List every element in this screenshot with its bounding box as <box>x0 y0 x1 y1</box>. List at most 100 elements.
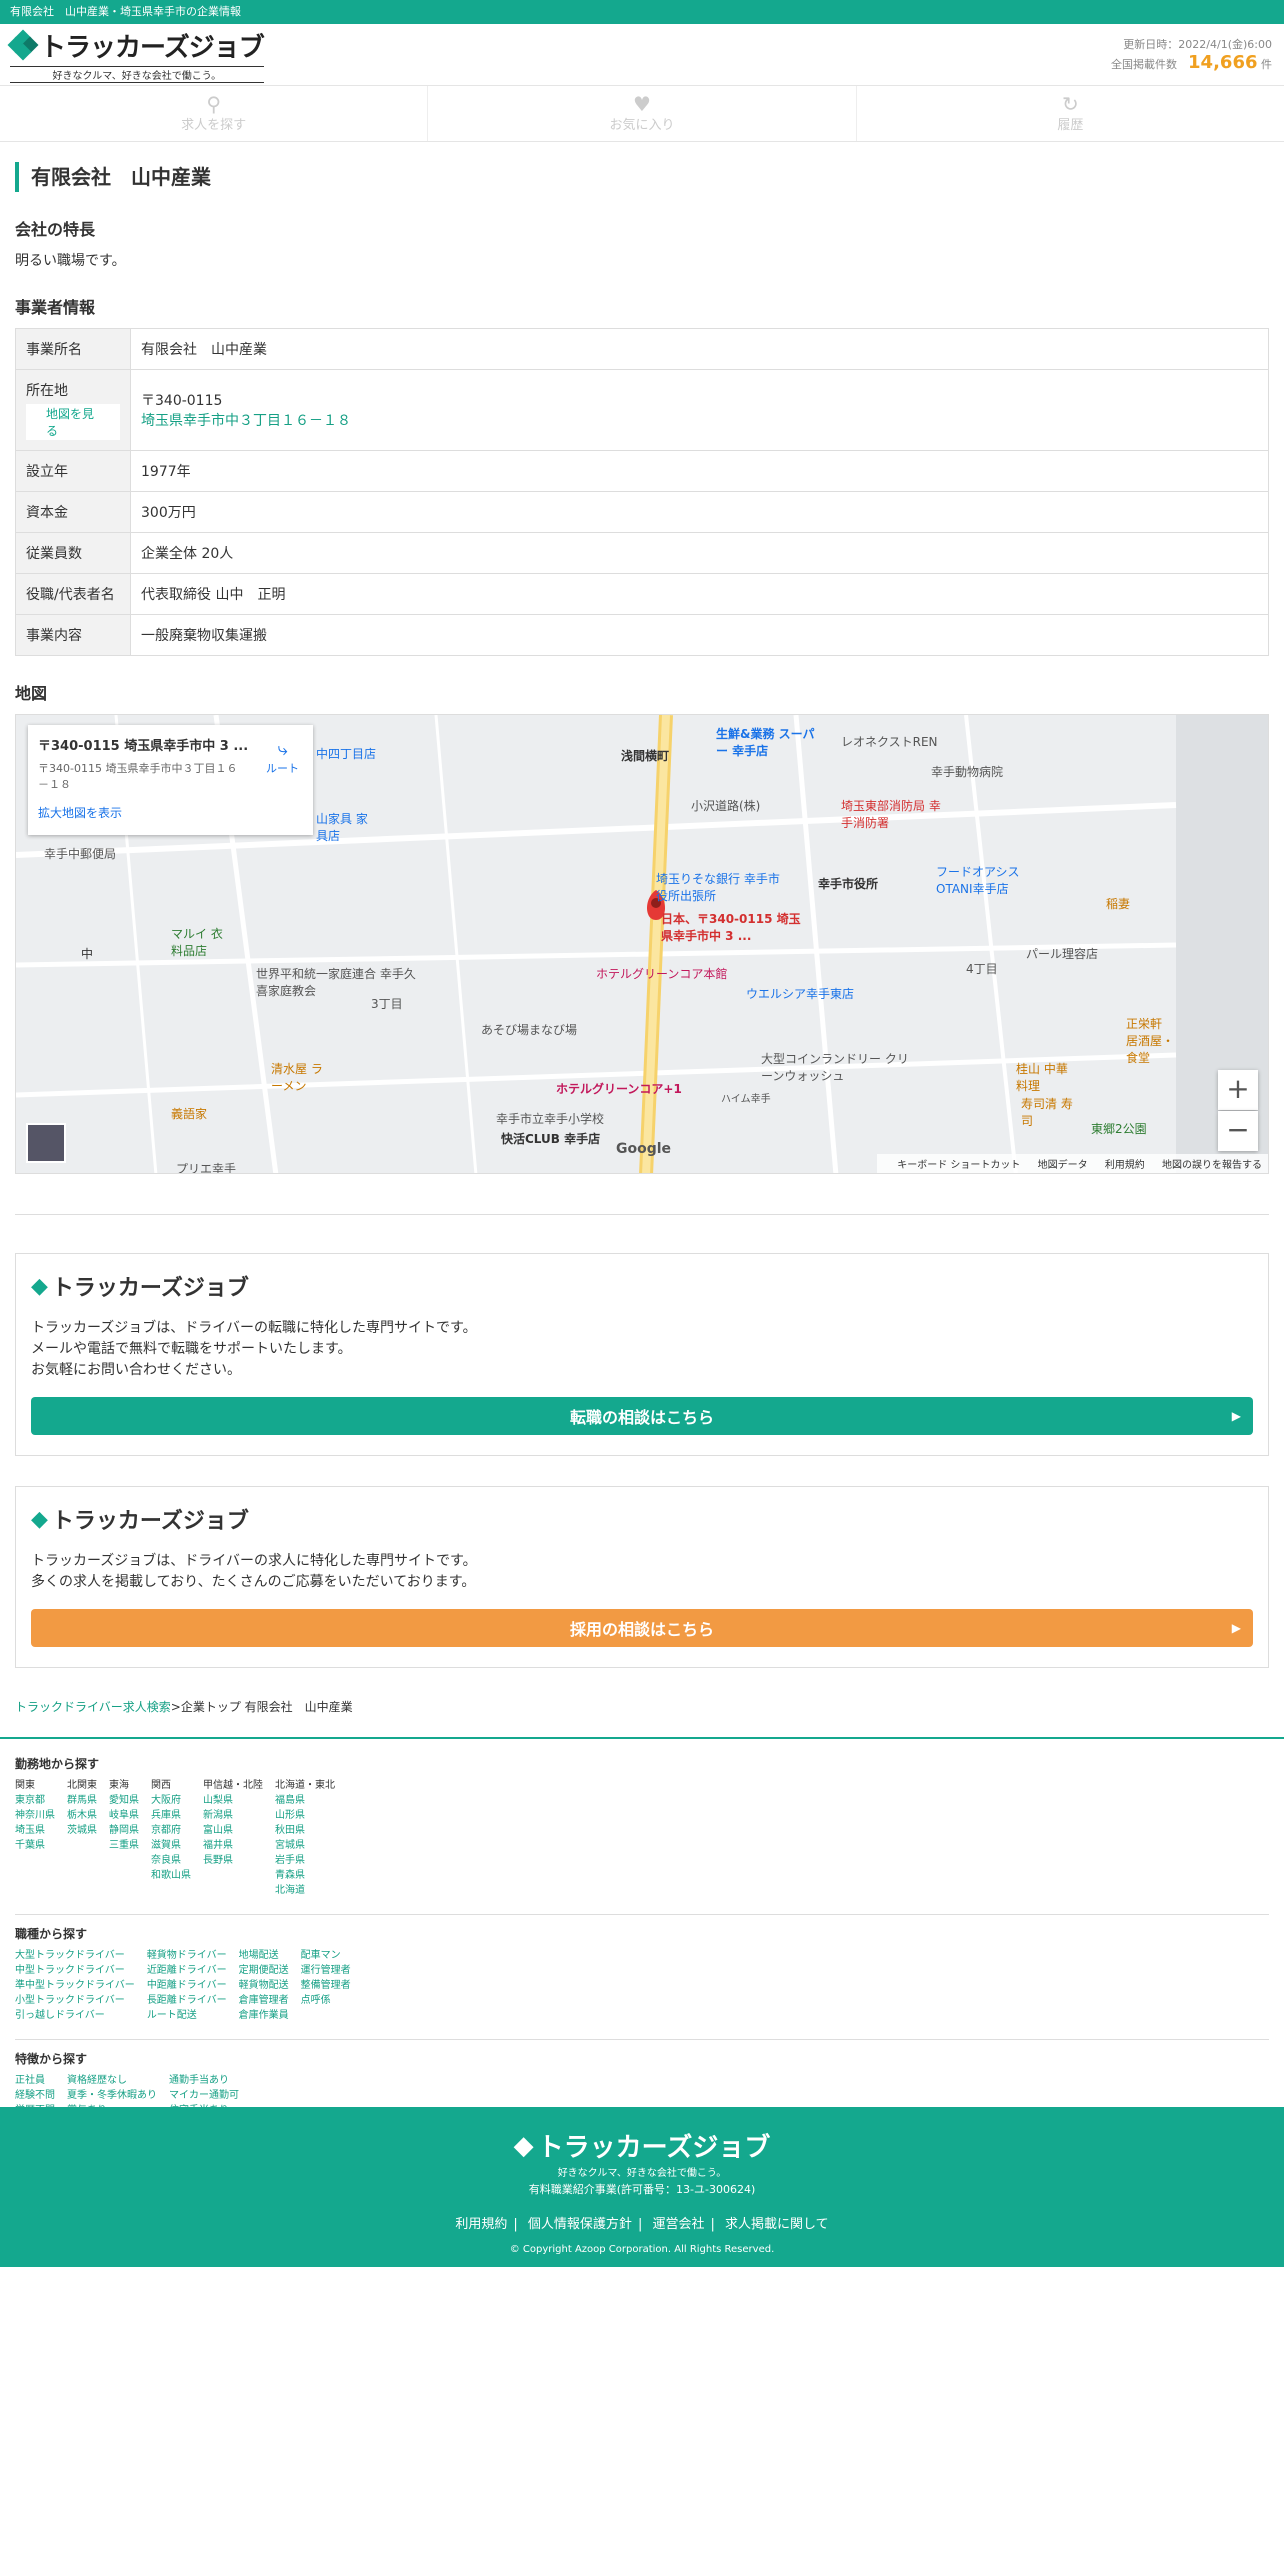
search-link[interactable]: 大型トラックドライバー <box>15 1948 135 1963</box>
search-link[interactable]: 埼玉県 <box>15 1823 55 1838</box>
search-link[interactable]: ルート配送 <box>147 2008 227 2023</box>
search-link[interactable]: 神奈川県 <box>15 1808 55 1823</box>
search-link[interactable]: 奈良県 <box>151 1853 191 1868</box>
search-link[interactable]: 滋賀県 <box>151 1838 191 1853</box>
search-link[interactable]: 茨城県 <box>67 1823 97 1838</box>
column-header: 関西 <box>151 1780 171 1791</box>
search-link[interactable]: 大阪府 <box>151 1793 191 1808</box>
career-consult-button[interactable]: 転職の相談はこちら ▶ <box>31 1397 1253 1435</box>
search-link[interactable]: 岩手県 <box>275 1853 335 1868</box>
search-link[interactable]: 倉庫管理者 <box>239 1993 289 2008</box>
search-links: 勤務地から探す 関東 東京都 神奈川県 埼玉県 千葉県 北関東 群馬県 栃木県 茨城県 東海 愛知県… <box>0 1737 1284 2133</box>
map-label: 義語家 <box>171 1107 208 1121</box>
search-link[interactable]: 長野県 <box>203 1853 263 1868</box>
google-logo: Google <box>616 1141 672 1157</box>
larger-map-link[interactable]: 拡大地図を表示 <box>38 804 303 821</box>
search-link[interactable]: 近距離ドライバー <box>147 1963 227 1978</box>
site-footer: ◆ トラッカーズジョブ 好きなクルマ、好きな会社で働こう。 有料職業紹介事業(許… <box>0 2107 1284 2267</box>
search-link[interactable]: 整備管理者 <box>301 1978 351 1993</box>
search-link[interactable]: 通勤手当あり <box>169 2073 249 2088</box>
breadcrumb-home-link[interactable]: トラックドライバー求人検索 <box>15 1700 171 1714</box>
search-link[interactable]: 北海道 <box>275 1883 335 1898</box>
search-link[interactable]: 宮城県 <box>275 1838 335 1853</box>
column-header: 関東 <box>15 1780 35 1791</box>
search-link[interactable]: 点呼係 <box>301 1993 351 2008</box>
promo-line: お気軽にお問い合わせください。 <box>31 1362 241 1378</box>
nav-history[interactable]: ↻ 履歴 <box>857 86 1284 141</box>
search-link[interactable]: 岐阜県 <box>109 1808 139 1823</box>
site-logo[interactable]: トラッカーズジョブ 好きなクルマ、好きな会社で働こう。 <box>7 27 265 83</box>
search-link[interactable]: 愛知県 <box>109 1793 139 1808</box>
search-link[interactable]: 夏季・冬季休暇あり <box>67 2088 157 2103</box>
search-link[interactable]: 中距離ドライバー <box>147 1978 227 1993</box>
search-link[interactable]: 準中型トラックドライバー <box>15 1978 135 1993</box>
nav-label: 履歴 <box>1057 118 1084 133</box>
hiring-consult-button[interactable]: 採用の相談はこちら ▶ <box>31 1609 1253 1647</box>
search-link[interactable]: 福井県 <box>203 1838 263 1853</box>
footer-link-company[interactable]: 運営会社 <box>652 2217 704 2232</box>
nav-favorites[interactable]: ♥ お気に入り <box>428 86 857 141</box>
search-link[interactable]: 長距離ドライバー <box>147 1993 227 2008</box>
jobs-unit: 件 <box>1261 58 1272 71</box>
report-error-link[interactable]: 地図の誤りを報告する <box>1162 1160 1262 1171</box>
search-link[interactable]: 千葉県 <box>15 1838 55 1853</box>
search-link[interactable]: 京都府 <box>151 1823 191 1838</box>
map-label: 幸手市立幸手小学校 <box>496 1112 605 1126</box>
search-link[interactable]: 軽貨物ドライバー <box>147 1948 227 1963</box>
search-link[interactable]: 倉庫作業員 <box>239 2008 289 2023</box>
search-link[interactable]: 地場配送 <box>239 1948 289 1963</box>
nav-search-jobs[interactable]: ⚲ 求人を探す <box>0 86 429 141</box>
search-link[interactable]: 経験不問 <box>15 2088 55 2103</box>
search-link[interactable]: 和歌山県 <box>151 1868 191 1883</box>
search-link[interactable]: 群馬県 <box>67 1793 97 1808</box>
search-link[interactable]: 小型トラックドライバー <box>15 1993 135 2008</box>
map-label: パール理容店 <box>1026 947 1099 961</box>
footer-link-privacy[interactable]: 個人情報保護方針 <box>528 2217 632 2232</box>
satellite-toggle[interactable] <box>26 1123 66 1163</box>
map-label: 生鮮&業務 スーパー 幸手店 <box>716 727 815 758</box>
map-pin-label: 日本、〒340-0115 埼玉県幸手市中 3 ... <box>661 912 801 943</box>
footer-logo-text: トラッカーズジョブ <box>537 2133 771 2163</box>
search-link[interactable]: 軽貨物配送 <box>239 1978 289 1993</box>
search-link[interactable]: 福島県 <box>275 1793 335 1808</box>
route-button[interactable]: ⤷ ルート <box>266 739 299 776</box>
search-link[interactable]: 定期便配送 <box>239 1963 289 1978</box>
search-link[interactable]: 三重県 <box>109 1838 139 1853</box>
address-link[interactable]: 埼玉県幸手市中３丁目１６－１８ <box>141 413 351 429</box>
search-link[interactable]: 富山県 <box>203 1823 263 1838</box>
search-link[interactable]: 東京都 <box>15 1793 55 1808</box>
search-link[interactable]: 山梨県 <box>203 1793 263 1808</box>
search-link[interactable]: 秋田県 <box>275 1823 335 1838</box>
map-data-link[interactable]: 地図データ <box>1038 1160 1088 1171</box>
zoom-in-button[interactable]: + <box>1218 1070 1258 1110</box>
search-link[interactable]: 配車マン <box>301 1948 351 1963</box>
view-map-button[interactable]: 地図を見る <box>26 404 120 440</box>
embedded-map[interactable]: 浅間横町 生鮮&業務 スーパー 幸手店 レオネクストREN 幸手動物病院 小沢道… <box>15 714 1269 1174</box>
map-info-card: 〒340-0115 埼玉県幸手市中 3 ... 〒340-0115 埼玉県幸手市… <box>28 725 313 835</box>
search-icon: ⚲ <box>206 92 221 116</box>
link-column: 関東東京都 神奈川県 埼玉県 千葉県 <box>15 1778 55 1898</box>
promo-logo: ◆ トラッカーズジョブ <box>31 1503 1253 1535</box>
footer-link-listing[interactable]: 求人掲載に関して <box>725 2217 829 2232</box>
search-link[interactable]: 引っ越しドライバー <box>15 2008 135 2023</box>
search-link[interactable]: 資格経歴なし <box>67 2073 157 2088</box>
row-value: 企業全体 20人 <box>130 532 1269 574</box>
map-label: 幸手市役所 <box>818 877 879 891</box>
zoom-out-button[interactable]: − <box>1218 1111 1258 1151</box>
footer-logo[interactable]: ◆ トラッカーズジョブ <box>514 2127 771 2164</box>
search-link[interactable]: 栃木県 <box>67 1808 97 1823</box>
search-link[interactable]: 青森県 <box>275 1868 335 1883</box>
keyboard-shortcuts-link[interactable]: キーボード ショートカット <box>897 1160 1020 1171</box>
search-link[interactable]: 中型トラックドライバー <box>15 1963 135 1978</box>
search-link[interactable]: 兵庫県 <box>151 1808 191 1823</box>
table-row: 事業内容 一般廃棄物収集運搬 <box>15 614 1269 656</box>
search-link[interactable]: マイカー通勤可 <box>169 2088 249 2103</box>
footer-link-terms[interactable]: 利用規約 <box>455 2217 507 2232</box>
search-link[interactable]: 静岡県 <box>109 1823 139 1838</box>
terms-link[interactable]: 利用規約 <box>1105 1160 1145 1171</box>
search-link[interactable]: 山形県 <box>275 1808 335 1823</box>
search-link[interactable]: 正社員 <box>15 2073 55 2088</box>
search-link[interactable]: 運行管理者 <box>301 1963 351 1978</box>
search-link[interactable]: 新潟県 <box>203 1808 263 1823</box>
map-label: 清水屋 ラーメン <box>271 1062 323 1093</box>
